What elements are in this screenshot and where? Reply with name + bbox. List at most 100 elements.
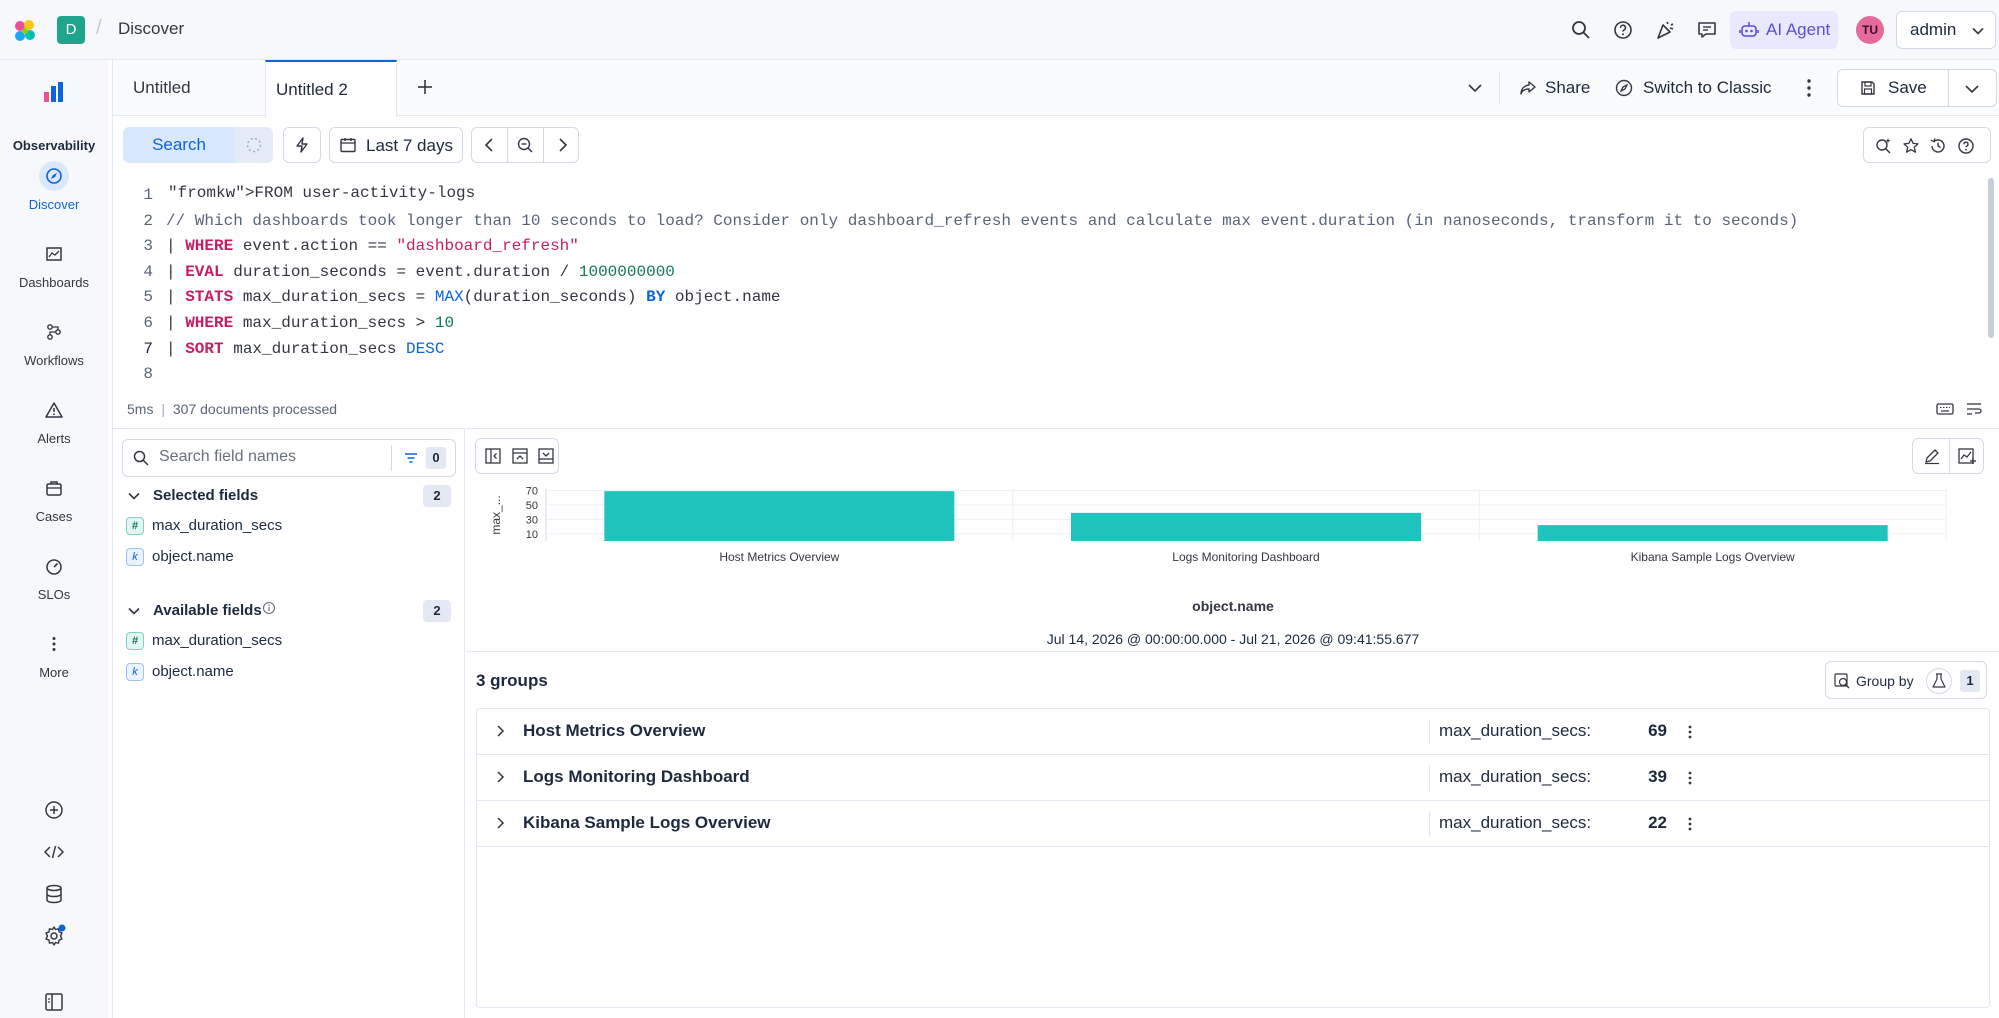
- collapse-results-icon[interactable]: [537, 447, 555, 465]
- groups-count: 3 groups: [476, 671, 548, 690]
- expand-chevron-icon[interactable]: [493, 816, 507, 830]
- search-button[interactable]: Search: [123, 127, 235, 163]
- group-row[interactable]: Logs Monitoring Dashboard max_duration_s…: [477, 755, 1989, 801]
- number-type-icon: #: [126, 632, 144, 651]
- developer-tools-icon[interactable]: [42, 840, 66, 864]
- breadcrumb[interactable]: Discover: [118, 19, 184, 39]
- divider: [1499, 72, 1500, 104]
- search-icon[interactable]: [1570, 19, 1592, 41]
- chart-x-tick-label: Logs Monitoring Dashboard: [1172, 550, 1319, 564]
- filter-count-badge: 0: [426, 447, 446, 469]
- tab-untitled-2[interactable]: Untitled 2: [265, 60, 397, 117]
- nav-label-dashboards: Dashboards: [18, 275, 90, 290]
- keyboard-shortcuts-icon[interactable]: [1936, 401, 1954, 417]
- edit-visualization-icon[interactable]: [1923, 447, 1941, 465]
- field-name: object.name: [152, 663, 234, 680]
- space-avatar[interactable]: D: [57, 16, 85, 44]
- word-wrap-icon[interactable]: [1965, 401, 1983, 417]
- nav-item-slos[interactable]: SLOs: [0, 551, 108, 602]
- history-icon[interactable]: [1929, 137, 1947, 155]
- divider: [1949, 439, 1950, 473]
- selected-fields-header[interactable]: Selected fields: [153, 487, 258, 504]
- background-search-button[interactable]: [235, 127, 273, 163]
- save-icon: [1860, 80, 1876, 96]
- chart-panel: 10 30 50 70 max_... Host Metrics Overview Logs…: [466, 428, 1999, 652]
- nav-item-more[interactable]: More: [0, 629, 108, 680]
- group-by-label: Group by: [1856, 673, 1914, 689]
- data-management-icon[interactable]: [42, 882, 66, 906]
- chart-x-axis-title: object.name: [1192, 598, 1274, 614]
- user-menu-button[interactable]: admin: [1896, 11, 1996, 49]
- search-field-names: 0: [122, 439, 456, 477]
- collapse-nav-icon[interactable]: [42, 990, 66, 1014]
- field-item[interactable]: k object.name: [126, 663, 234, 682]
- solution-name: Observability: [12, 138, 96, 153]
- star-icon[interactable]: [1902, 137, 1920, 155]
- nav-item-discover[interactable]: Discover: [0, 161, 108, 212]
- documents-processed: 307 documents processed: [172, 401, 338, 417]
- more-options-icon[interactable]: [1805, 78, 1813, 98]
- row-actions-icon[interactable]: [1687, 769, 1693, 787]
- info-icon[interactable]: [262, 601, 276, 615]
- nav-item-dashboards[interactable]: Dashboards: [0, 239, 108, 290]
- dashboards-icon: [39, 239, 69, 269]
- field-item[interactable]: # max_duration_secs: [126, 517, 282, 536]
- group-row[interactable]: Kibana Sample Logs Overview max_duration…: [477, 801, 1989, 847]
- field-item[interactable]: # max_duration_secs: [126, 632, 283, 651]
- group-row[interactable]: Host Metrics Overview max_duration_secs:…: [477, 709, 1989, 755]
- field-item[interactable]: k object.name: [126, 548, 234, 567]
- quick-actions-button[interactable]: [283, 127, 321, 163]
- help-icon[interactable]: [1957, 137, 1975, 155]
- save-button[interactable]: Save: [1888, 78, 1927, 98]
- user-avatar[interactable]: TU: [1856, 16, 1884, 44]
- settings-gear-icon[interactable]: [42, 924, 66, 948]
- nav-item-cases[interactable]: Cases: [0, 473, 108, 524]
- group-by-count-badge: 1: [1960, 670, 1980, 692]
- expand-chevron-icon[interactable]: [493, 724, 507, 738]
- editor-scrollbar[interactable]: [1988, 178, 1994, 338]
- group-name: Host Metrics Overview: [523, 721, 706, 740]
- ai-agent-button[interactable]: AI Agent: [1730, 11, 1838, 49]
- hide-chart-icon[interactable]: [511, 447, 529, 465]
- discover-icon: [39, 161, 69, 191]
- keyword-type-icon: k: [126, 548, 144, 567]
- esql-editor[interactable]: 1 2 3 4 5 6 7 8 "fromkw">FROM user-activ…: [113, 178, 1999, 383]
- toggle-sidebar-icon[interactable]: [484, 447, 502, 465]
- row-actions-icon[interactable]: [1687, 815, 1693, 833]
- field-name: max_duration_secs: [152, 632, 283, 649]
- zoom-out-icon[interactable]: [516, 136, 534, 154]
- available-fields-header[interactable]: Available fields: [153, 602, 262, 619]
- chart-y-tick-label: 30: [526, 514, 538, 526]
- share-button[interactable]: Share: [1519, 76, 1590, 100]
- query-duration: 5ms: [127, 401, 154, 417]
- nav-item-workflows[interactable]: Workflows: [0, 317, 108, 368]
- previous-time-chevron-icon[interactable]: [482, 137, 498, 153]
- chevron-down-icon[interactable]: [127, 489, 141, 503]
- next-time-chevron-icon[interactable]: [554, 137, 570, 153]
- group-by-button[interactable]: Group by 1: [1825, 661, 1987, 699]
- ai-assist-icon[interactable]: [1874, 137, 1892, 155]
- nav-label-more: More: [39, 665, 69, 680]
- time-range-label: Last 7 days: [366, 136, 453, 155]
- add-data-icon[interactable]: [42, 798, 66, 822]
- chevron-down-icon[interactable]: [127, 604, 141, 618]
- tabs-menu-chevron-icon[interactable]: [1467, 80, 1483, 96]
- feedback-icon[interactable]: [1696, 19, 1718, 41]
- help-icon[interactable]: [1612, 19, 1634, 41]
- grouped-results-table: Host Metrics Overview max_duration_secs:…: [476, 708, 1990, 1008]
- switch-to-classic-button[interactable]: Switch to Classic: [1615, 76, 1771, 100]
- date-picker-button[interactable]: Last 7 days: [329, 127, 463, 163]
- filter-icon[interactable]: [403, 450, 419, 466]
- save-options-chevron-icon[interactable]: [1964, 81, 1980, 97]
- new-tab-plus-icon[interactable]: [415, 77, 435, 97]
- save-visualization-icon[interactable]: [1957, 447, 1977, 465]
- nav-item-alerts[interactable]: Alerts: [0, 395, 108, 446]
- elastic-logo[interactable]: [12, 18, 38, 44]
- search-field-names-input[interactable]: [159, 448, 379, 466]
- chart-bar: [1537, 525, 1888, 541]
- expand-chevron-icon[interactable]: [493, 770, 507, 784]
- observability-logo-icon[interactable]: [42, 80, 66, 104]
- tab-untitled[interactable]: Untitled: [133, 60, 253, 116]
- row-actions-icon[interactable]: [1687, 723, 1693, 741]
- whats-new-icon[interactable]: [1654, 19, 1676, 41]
